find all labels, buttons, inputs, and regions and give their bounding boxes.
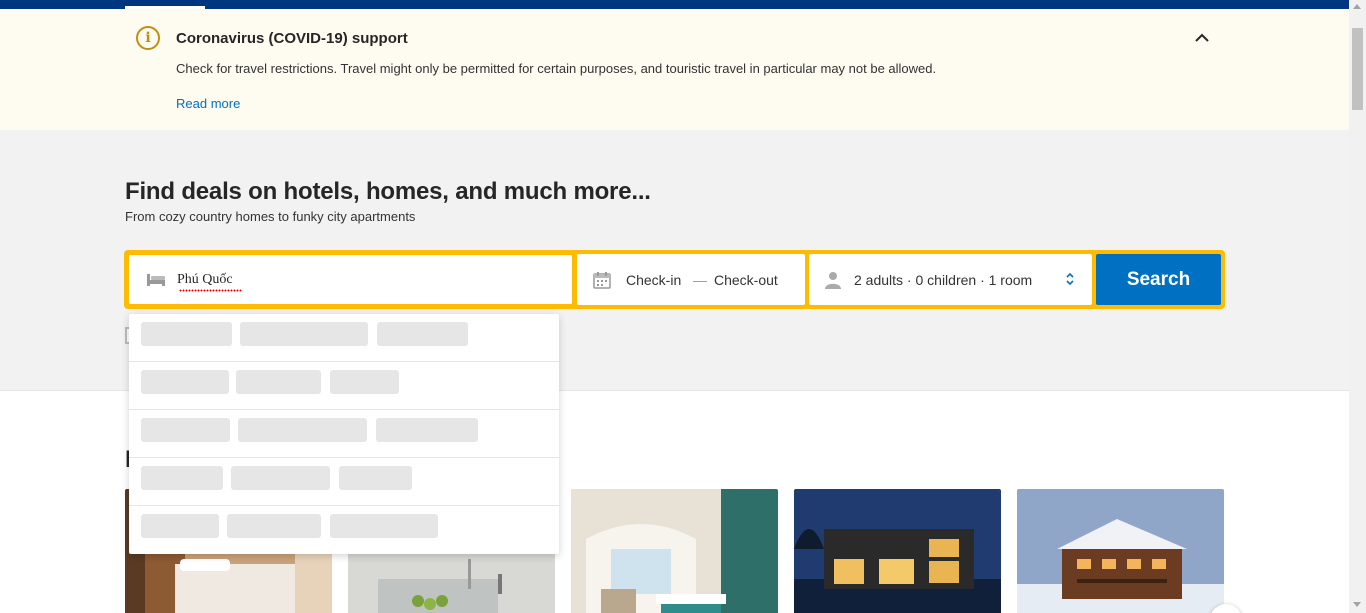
chevron-up-icon[interactable]	[1193, 29, 1211, 47]
property-card-resorts[interactable]	[571, 489, 778, 613]
read-more-link[interactable]: Read more	[176, 96, 240, 111]
autocomplete-skeleton-row	[129, 458, 559, 506]
autocomplete-skeleton-row	[129, 410, 559, 458]
skeleton-block	[376, 418, 478, 442]
scroll-down-icon[interactable]	[1353, 602, 1361, 607]
skeleton-block	[141, 370, 229, 394]
chevron-up-down-icon	[1066, 272, 1074, 286]
dates-field[interactable]: Check-in — Check-out	[577, 254, 805, 305]
skeleton-block	[141, 514, 219, 538]
checkin-label[interactable]: Check-in	[626, 272, 681, 288]
checkout-label[interactable]: Check-out	[714, 272, 778, 288]
covid-banner-body: Check for travel restrictions. Travel mi…	[176, 61, 937, 76]
skeleton-block	[330, 514, 438, 538]
skeleton-block	[339, 466, 412, 490]
top-navigation-bar	[0, 0, 1349, 9]
skeleton-block	[231, 466, 330, 490]
search-button[interactable]: Search	[1096, 254, 1221, 305]
covid-banner-title: Coronavirus (COVID-19) support	[176, 30, 408, 47]
autocomplete-skeleton-row	[129, 506, 559, 554]
skeleton-block	[240, 322, 368, 346]
skeleton-block	[330, 370, 399, 394]
skeleton-block	[377, 322, 468, 346]
autocomplete-skeleton-row	[129, 314, 559, 362]
covid-support-banner: i Coronavirus (COVID-19) support Check f…	[0, 9, 1349, 130]
skeleton-block	[141, 418, 230, 442]
destination-field[interactable]	[128, 254, 573, 305]
skeleton-block	[141, 322, 232, 346]
skeleton-block	[141, 466, 223, 490]
person-icon	[825, 272, 841, 289]
guests-summary: 2 adults · 0 children · 1 room	[854, 272, 1033, 288]
scrollbar-thumb[interactable]	[1352, 28, 1363, 110]
search-bar: Check-in — Check-out 2 adults · 0 childr…	[124, 250, 1225, 309]
page-scrollbar[interactable]	[1349, 0, 1366, 613]
scroll-up-icon[interactable]	[1353, 4, 1361, 9]
autocomplete-dropdown	[129, 314, 559, 554]
guests-field[interactable]: 2 adults · 0 children · 1 room	[809, 254, 1092, 305]
skeleton-block	[238, 418, 367, 442]
date-separator: —	[693, 272, 707, 288]
skeleton-block	[227, 514, 321, 538]
skeleton-block	[236, 370, 321, 394]
info-icon: i	[136, 26, 160, 50]
bed-icon	[147, 274, 165, 286]
hero-subheadline: From cozy country homes to funky city ap…	[125, 209, 416, 224]
spellcheck-underline	[179, 289, 242, 292]
calendar-icon	[593, 272, 611, 289]
autocomplete-skeleton-row	[129, 362, 559, 410]
property-card-cabins[interactable]	[1017, 489, 1224, 613]
property-card-villas[interactable]	[794, 489, 1001, 613]
hero-headline: Find deals on hotels, homes, and much mo…	[125, 178, 651, 205]
